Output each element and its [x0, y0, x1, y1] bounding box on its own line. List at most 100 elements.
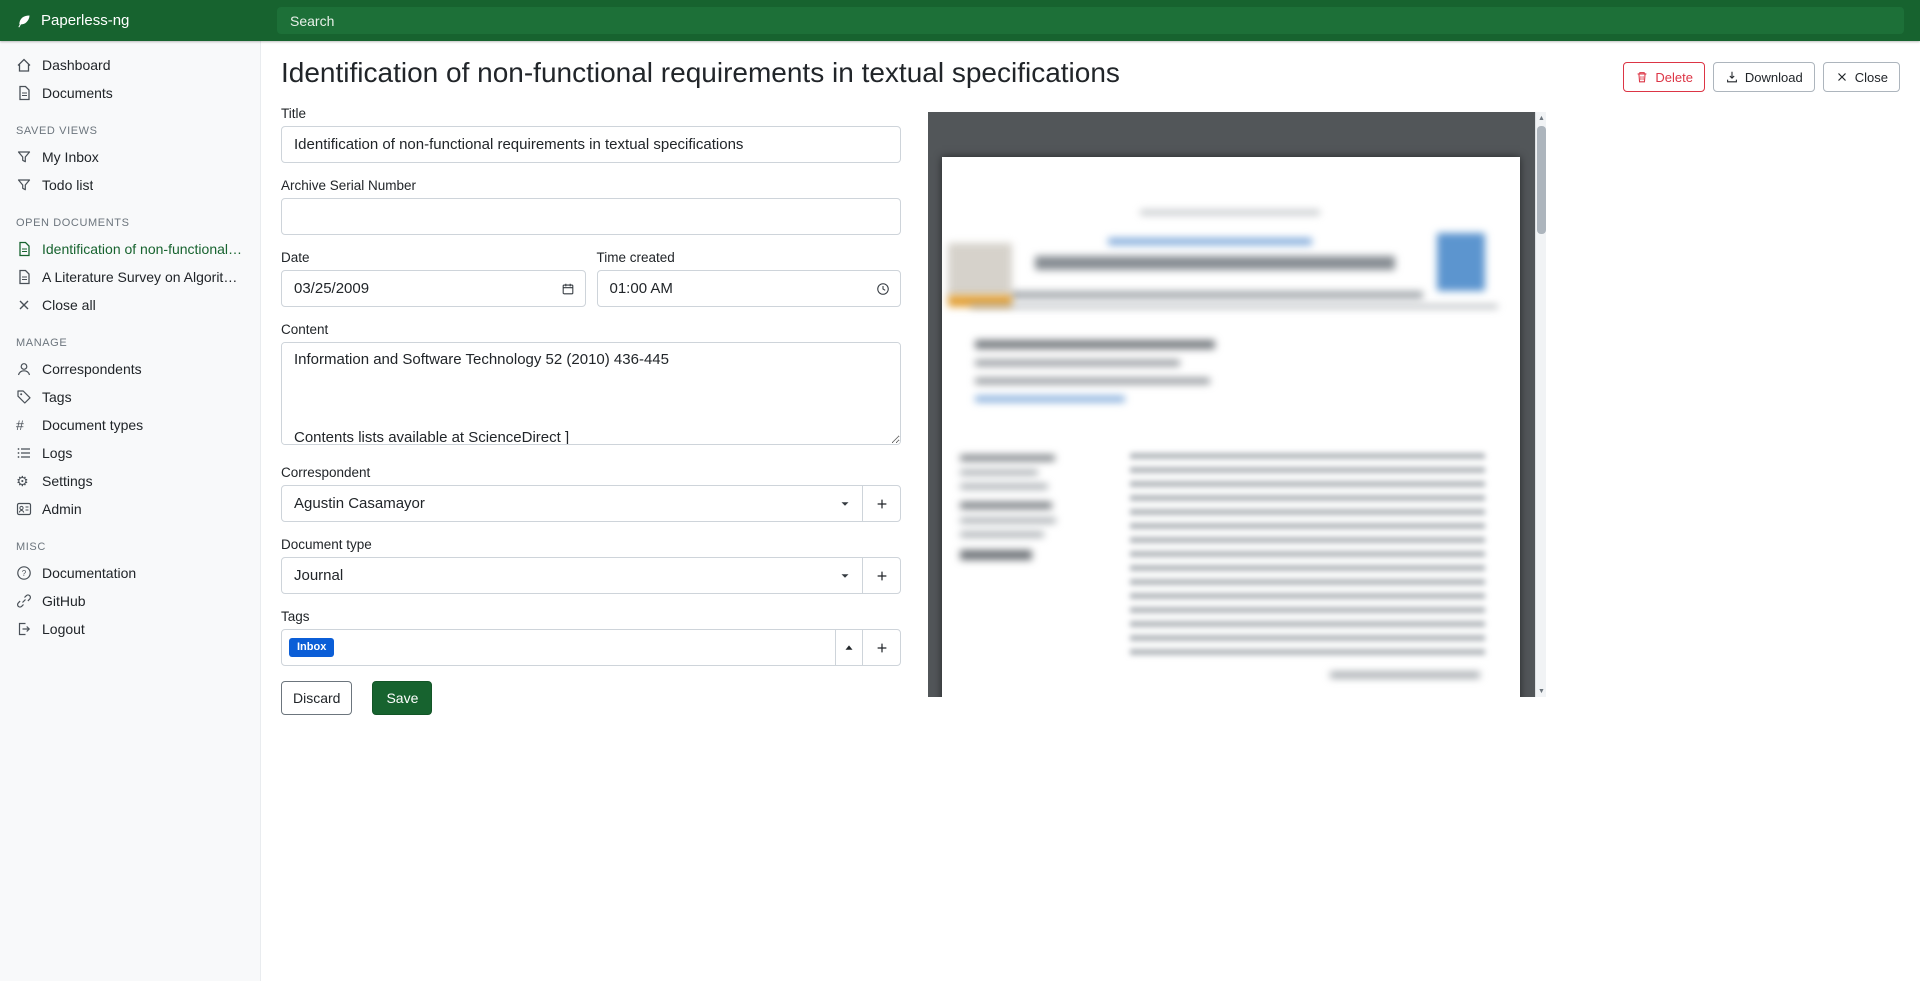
clock-icon — [876, 282, 890, 296]
pdf-publisher-logo — [1437, 233, 1485, 291]
download-label: Download — [1745, 70, 1803, 85]
pdf-page — [942, 157, 1520, 697]
sidebar-item-github[interactable]: GitHub — [0, 587, 260, 615]
sidebar-open-doc-1[interactable]: Identification of non-functional require… — [0, 235, 260, 263]
page-title: Identification of non-functional require… — [281, 56, 1120, 90]
plus-icon — [875, 497, 889, 511]
sidebar-item-documentation[interactable]: ? Documentation — [0, 559, 260, 587]
pdf-preview-pane: ▲ ▼ — [928, 112, 1546, 697]
title-input[interactable] — [281, 126, 901, 163]
pdf-journal-thumbnail — [948, 243, 1012, 297]
preview-scrollbar[interactable]: ▲ ▼ — [1535, 112, 1546, 697]
sidebar-item-admin[interactable]: Admin — [0, 495, 260, 523]
add-tag-button[interactable] — [862, 629, 901, 666]
sidebar-item-settings[interactable]: ⚙ Settings — [0, 467, 260, 495]
search-input[interactable] — [277, 7, 1904, 34]
sidebar-item-documents[interactable]: Documents — [0, 79, 260, 107]
delete-button[interactable]: Delete — [1623, 62, 1705, 92]
open-doc-label: Identification of non-functional require… — [42, 241, 244, 257]
logout-door-icon — [16, 621, 32, 637]
sidebar-item-tags[interactable]: Tags — [0, 383, 260, 411]
sidebar-item-label: Documentation — [42, 565, 136, 581]
chevron-down-icon — [838, 569, 852, 583]
app-brand[interactable]: Paperless-ng — [0, 12, 261, 29]
person-icon — [16, 361, 32, 377]
correspondent-field-label: Correspondent — [281, 465, 901, 480]
sidebar-item-my-inbox[interactable]: My Inbox — [0, 143, 260, 171]
close-icon — [1835, 70, 1849, 84]
sidebar-item-label: Tags — [42, 389, 72, 405]
correspondent-value: Agustin Casamayor — [294, 495, 425, 512]
sidebar-item-document-types[interactable]: # Document types — [0, 411, 260, 439]
sidebar-item-dashboard[interactable]: Dashboard — [0, 51, 260, 79]
close-label: Close — [1855, 70, 1888, 85]
archive-serial-number-input[interactable] — [281, 198, 901, 235]
sidebar-item-logout[interactable]: Logout — [0, 615, 260, 643]
download-icon — [1725, 70, 1739, 84]
app-title: Paperless-ng — [41, 12, 129, 29]
saved-views-heading: SAVED VIEWS — [0, 107, 260, 143]
title-field-label: Title — [281, 106, 901, 121]
close-button[interactable]: Close — [1823, 62, 1900, 92]
tags-collapse-button[interactable] — [835, 629, 863, 666]
scroll-down-arrow[interactable]: ▼ — [1536, 685, 1546, 697]
time-value: 01:00 AM — [610, 280, 673, 297]
tag-badge-inbox[interactable]: Inbox — [289, 638, 334, 657]
plus-icon — [875, 641, 889, 655]
pdf-blur-info-line — [960, 532, 1044, 537]
asn-field-label: Archive Serial Number — [281, 178, 901, 193]
discard-button[interactable]: Discard — [281, 681, 352, 715]
admin-id-card-icon — [16, 501, 32, 517]
add-correspondent-button[interactable] — [862, 485, 901, 522]
document-actions: Delete Download Close — [1623, 62, 1900, 92]
add-document-type-button[interactable] — [862, 557, 901, 594]
document-edit-form: Title Archive Serial Number Date 03/25/2… — [281, 106, 901, 715]
funnel-icon — [16, 149, 32, 165]
sidebar-item-todo-list[interactable]: Todo list — [0, 171, 260, 199]
top-navbar: Paperless-ng — [0, 0, 1920, 41]
download-button[interactable]: Download — [1713, 62, 1815, 92]
tags-input[interactable]: Inbox — [281, 629, 836, 666]
sidebar-item-label: Documents — [42, 85, 113, 101]
question-circle-icon: ? — [16, 565, 32, 581]
hash-icon: # — [16, 417, 32, 433]
sidebar-item-logs[interactable]: Logs — [0, 439, 260, 467]
content-textarea[interactable]: Information and Software Technology 52 (… — [281, 342, 901, 445]
sidebar-open-doc-2[interactable]: A Literature Survey on Algorithms for Mu… — [0, 263, 260, 291]
sidebar-item-correspondents[interactable]: Correspondents — [0, 355, 260, 383]
tag-icon — [16, 389, 32, 405]
correspondent-select[interactable]: Agustin Casamayor — [281, 485, 863, 522]
pdf-blur-info-block — [960, 550, 1032, 560]
open-documents-heading: OPEN DOCUMENTS — [0, 199, 260, 235]
pdf-blur-email-line — [975, 396, 1125, 402]
pdf-blur-info-line — [960, 502, 1052, 509]
document-type-field-label: Document type — [281, 537, 901, 552]
caret-up-icon — [842, 641, 856, 655]
close-all-label: Close all — [42, 297, 96, 313]
funnel-icon — [16, 177, 32, 193]
save-button[interactable]: Save — [372, 681, 432, 715]
scrollbar-thumb[interactable] — [1537, 126, 1546, 234]
pdf-blur-info-line — [960, 484, 1048, 489]
sidebar-item-label: Dashboard — [42, 57, 111, 73]
pdf-blur-line — [975, 378, 1210, 384]
date-input[interactable]: 03/25/2009 — [281, 270, 586, 307]
document-icon — [16, 241, 32, 257]
close-icon — [16, 297, 32, 313]
sidebar-item-label: My Inbox — [42, 149, 99, 165]
document-type-select[interactable]: Journal — [281, 557, 863, 594]
pdf-blur-footer-line — [1330, 672, 1480, 678]
sidebar-item-label: Document types — [42, 417, 143, 433]
pdf-blur-info-line — [960, 518, 1056, 523]
time-created-input[interactable]: 01:00 AM — [597, 270, 902, 307]
pdf-preview-viewport[interactable] — [928, 112, 1535, 697]
pdf-blur-info-line — [960, 470, 1038, 475]
leaf-logo-icon — [16, 13, 32, 29]
sidebar-close-all[interactable]: Close all — [0, 291, 260, 319]
open-doc-label: A Literature Survey on Algorithms for Mu… — [42, 269, 244, 285]
pdf-blur-line — [975, 360, 1180, 366]
pdf-blur-subtitle — [1008, 291, 1423, 299]
delete-label: Delete — [1655, 70, 1693, 85]
pdf-blur-title — [1035, 256, 1395, 270]
scroll-up-arrow[interactable]: ▲ — [1536, 112, 1546, 124]
